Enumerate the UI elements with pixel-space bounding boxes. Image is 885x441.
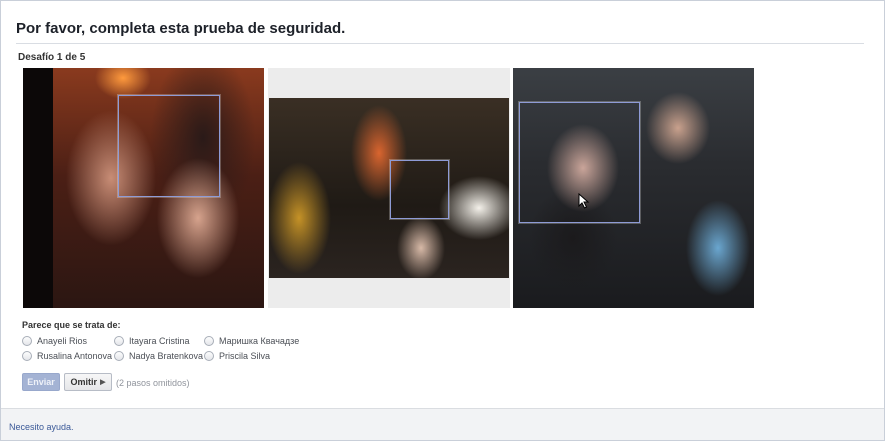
dialog-footer: Necesito ayuda.: [1, 408, 884, 440]
option-label: Маришка Квачадзе: [219, 335, 300, 346]
name-option[interactable]: Rusalina Antonova: [22, 350, 114, 361]
photo-image: [269, 98, 509, 278]
option-label: Priscila Silva: [219, 350, 271, 361]
name-option[interactable]: Маришка Квачадзе: [204, 335, 314, 346]
face-highlight-box: [390, 160, 449, 219]
name-option[interactable]: Priscila Silva: [204, 350, 314, 361]
option-label: Nadya Bratenkova: [129, 350, 204, 361]
play-arrow-icon: ▶: [100, 379, 106, 386]
skip-label: Omitir: [70, 377, 98, 387]
radio-button[interactable]: [22, 350, 32, 361]
name-option[interactable]: Itayara Cristina: [114, 335, 204, 346]
page-title: Por favor, completa esta prueba de segur…: [16, 20, 346, 37]
option-label: Itayara Cristina: [129, 335, 190, 346]
challenge-step-label: Desafío 1 de 5: [18, 52, 86, 63]
tagged-photo-1: [23, 68, 264, 308]
question-prompt: Parece que se trata de:: [22, 320, 121, 330]
option-label: Anayeli Rios: [37, 335, 88, 346]
option-label: Rusalina Antonova: [37, 350, 113, 361]
radio-button[interactable]: [204, 335, 214, 346]
name-option[interactable]: Nadya Bratenkova: [114, 350, 204, 361]
face-highlight-box: [118, 95, 220, 197]
radio-button[interactable]: [22, 335, 32, 346]
name-option[interactable]: Anayeli Rios: [22, 335, 114, 346]
submit-button[interactable]: Enviar: [22, 373, 60, 391]
mouse-cursor-icon: [578, 193, 590, 209]
radio-button[interactable]: [114, 350, 124, 361]
radio-button[interactable]: [204, 350, 214, 361]
tagged-photo-2: [268, 68, 510, 308]
radio-button[interactable]: [114, 335, 124, 346]
divider: [16, 43, 864, 44]
tagged-photo-3: [513, 68, 754, 308]
skip-button[interactable]: Omitir ▶: [64, 373, 112, 391]
help-link[interactable]: Necesito ayuda.: [9, 422, 74, 432]
name-options: Anayeli Rios Itayara Cristina Маришка Кв…: [22, 335, 314, 361]
skipped-steps-note: (2 pasos omitidos): [116, 378, 190, 388]
